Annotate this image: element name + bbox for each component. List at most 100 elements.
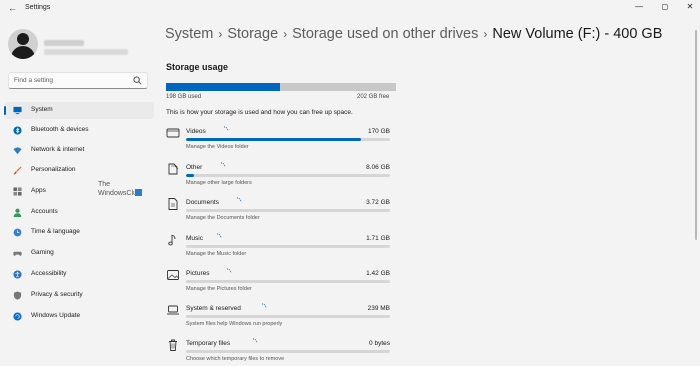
breadcrumb-system[interactable]: System bbox=[165, 26, 213, 42]
sidebar-item-windows-update[interactable]: Windows Update bbox=[4, 308, 154, 325]
globe-clock-icon bbox=[13, 228, 22, 237]
breadcrumb-storage[interactable]: Storage bbox=[227, 26, 278, 42]
account-icon bbox=[13, 208, 22, 217]
category-name: Other bbox=[186, 164, 203, 171]
category-usage-fill bbox=[186, 174, 195, 177]
close-button[interactable]: ✕ bbox=[683, 2, 697, 11]
category-usage-bar bbox=[186, 245, 390, 248]
maximize-button[interactable]: ◻ bbox=[658, 2, 672, 11]
storage-category-music[interactable]: Music 1.71 GB Manage the Music folder bbox=[164, 232, 394, 266]
active-indicator bbox=[4, 106, 6, 115]
storage-category-temporary-files[interactable]: Temporary files 0 bytes Choose which tem… bbox=[164, 337, 394, 366]
category-usage-fill bbox=[186, 138, 362, 141]
sidebar-item-label: Bluetooth & devices bbox=[31, 126, 89, 133]
loading-spinner-icon bbox=[226, 268, 232, 274]
sidebar-item-label: Accounts bbox=[31, 208, 58, 215]
loading-spinner-icon bbox=[223, 126, 229, 132]
category-subtitle: Manage the Music folder bbox=[186, 251, 247, 257]
loading-spinner-icon bbox=[252, 338, 258, 344]
title-bar: ← Settings — ◻ ✕ bbox=[0, 0, 700, 18]
storage-description: This is how your storage is used and how… bbox=[166, 109, 353, 116]
storage-free-label: 202 GB free bbox=[357, 94, 390, 100]
avatar[interactable] bbox=[8, 29, 38, 59]
sidebar-item-privacy[interactable]: Privacy & security bbox=[4, 287, 154, 304]
back-arrow-icon[interactable]: ← bbox=[8, 3, 17, 13]
breadcrumb: System › Storage › Storage used on other dri… bbox=[165, 26, 662, 42]
document-icon bbox=[168, 198, 178, 210]
category-usage-bar bbox=[186, 350, 390, 353]
search-icon bbox=[133, 76, 142, 85]
sidebar-item-label: System bbox=[31, 106, 53, 113]
sidebar-item-label: Apps bbox=[31, 187, 46, 194]
shield-icon bbox=[13, 291, 22, 300]
category-subtitle: Manage the Documents folder bbox=[186, 215, 260, 221]
sidebar-item-personalization[interactable]: Personalization bbox=[4, 162, 154, 179]
sidebar-item-label: Time & language bbox=[31, 228, 80, 235]
laptop-icon bbox=[167, 305, 179, 315]
sidebar-item-label: Network & internet bbox=[31, 146, 85, 153]
storage-used-fill bbox=[166, 83, 280, 91]
sidebar-item-bluetooth[interactable]: Bluetooth & devices bbox=[4, 122, 154, 139]
category-size: 239 MB bbox=[367, 305, 390, 312]
account-name-blurred bbox=[44, 40, 84, 46]
update-icon bbox=[13, 312, 22, 321]
app-title: Settings bbox=[25, 4, 51, 11]
category-name: Videos bbox=[186, 128, 206, 135]
sidebar-item-label: Accessibility bbox=[31, 270, 67, 277]
breadcrumb-other-drives[interactable]: Storage used on other drives bbox=[292, 26, 478, 42]
other-files-icon bbox=[168, 163, 179, 175]
category-name: Temporary files bbox=[186, 340, 231, 347]
category-usage-bar bbox=[186, 280, 390, 283]
account-email-blurred bbox=[44, 49, 128, 55]
storage-category-documents[interactable]: Documents 3.72 GB Manage the Documents f… bbox=[164, 196, 394, 230]
category-subtitle: Choose which temporary files to remove bbox=[186, 356, 285, 362]
category-name: System & reserved bbox=[186, 305, 241, 312]
category-size: 1.42 GB bbox=[366, 270, 390, 277]
page-title: New Volume (F:) - 400 GB bbox=[492, 26, 663, 42]
sidebar-item-label: Gaming bbox=[31, 249, 54, 256]
category-usage-bar bbox=[186, 138, 390, 141]
search-placeholder: Find a setting bbox=[14, 77, 54, 84]
category-usage-bar bbox=[186, 315, 390, 318]
system-icon bbox=[13, 106, 22, 115]
loading-spinner-icon bbox=[236, 197, 242, 203]
minimize-button[interactable]: — bbox=[632, 2, 646, 11]
sidebar-item-label: Personalization bbox=[31, 166, 76, 173]
chevron-right-icon: › bbox=[283, 27, 288, 41]
sidebar-item-gaming[interactable]: Gaming bbox=[4, 245, 154, 262]
sidebar-item-accessibility[interactable]: Accessibility bbox=[4, 266, 154, 283]
watermark: The WindowsClub bbox=[98, 180, 142, 198]
sidebar-item-network[interactable]: Network & internet bbox=[4, 142, 154, 159]
category-subtitle: Manage other large folders bbox=[186, 180, 252, 186]
storage-usage-bar bbox=[166, 83, 396, 91]
category-size: 8.06 GB bbox=[366, 164, 390, 171]
category-name: Pictures bbox=[186, 270, 210, 277]
storage-used-label: 198 GB used bbox=[166, 94, 202, 100]
video-icon bbox=[166, 128, 180, 138]
category-name: Music bbox=[186, 235, 203, 242]
loading-spinner-icon bbox=[216, 233, 222, 239]
sidebar-item-system[interactable]: System bbox=[4, 102, 154, 119]
trash-icon bbox=[169, 339, 177, 351]
storage-category-other[interactable]: Other 8.06 GB Manage other large folders bbox=[164, 161, 394, 195]
sidebar-item-time-language[interactable]: Time & language bbox=[4, 224, 154, 241]
category-size: 1.71 GB bbox=[366, 235, 390, 242]
sidebar-item-label: Windows Update bbox=[31, 312, 81, 319]
search-input[interactable]: Find a setting bbox=[8, 72, 148, 89]
music-icon bbox=[168, 234, 176, 246]
storage-category-videos[interactable]: Videos 170 GB Manage the Videos folder bbox=[164, 125, 394, 159]
storage-category-pictures[interactable]: Pictures 1.42 GB Manage the Pictures fol… bbox=[164, 267, 394, 301]
category-size: 170 GB bbox=[367, 128, 390, 135]
category-name: Documents bbox=[186, 199, 219, 206]
gamepad-icon bbox=[13, 251, 22, 256]
scrollbar[interactable] bbox=[695, 30, 697, 240]
storage-usage-heading: Storage usage bbox=[166, 62, 229, 72]
loading-spinner-icon bbox=[220, 162, 226, 168]
loading-spinner-icon bbox=[261, 303, 267, 309]
chevron-right-icon: › bbox=[483, 27, 488, 41]
accessibility-icon bbox=[13, 270, 22, 279]
chevron-right-icon: › bbox=[218, 27, 223, 41]
storage-category-system-reserved[interactable]: System & reserved 239 MB System files he… bbox=[164, 302, 394, 336]
sidebar-item-label: Privacy & security bbox=[31, 291, 83, 298]
sidebar-item-accounts[interactable]: Accounts bbox=[4, 204, 154, 221]
